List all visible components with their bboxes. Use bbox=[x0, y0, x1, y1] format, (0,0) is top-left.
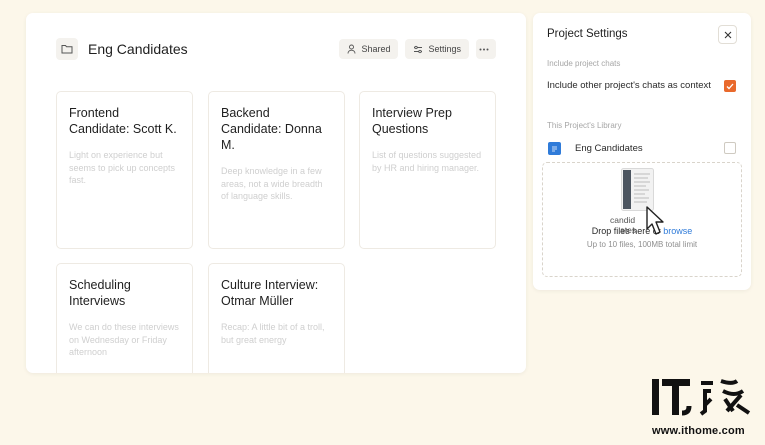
shared-label: Shared bbox=[361, 44, 391, 54]
card-description: List of questions suggested by HR and hi… bbox=[372, 150, 482, 173]
card-title: Scheduling Interviews bbox=[69, 278, 131, 308]
include-chats-label: Include other project's chats as context bbox=[547, 80, 711, 91]
folder-button[interactable] bbox=[56, 38, 78, 60]
settings-sliders-icon bbox=[414, 45, 423, 53]
close-button[interactable] bbox=[718, 25, 737, 44]
include-chats-checkbox[interactable] bbox=[724, 80, 736, 92]
watermark-url: www.ithome.com bbox=[652, 425, 745, 437]
project-main-panel: Eng Candidates Shared Settings Frontend … bbox=[26, 13, 526, 373]
card-title: Culture Interview: Otmar Müller bbox=[221, 278, 319, 308]
ithome-logo-icon bbox=[652, 379, 751, 416]
card-description: Deep knowledge in a few areas, not a wid… bbox=[221, 166, 323, 201]
project-card[interactable]: Frontend Candidate: Scott K. Light on ex… bbox=[56, 91, 193, 249]
card-title: Interview Prep Questions bbox=[372, 106, 452, 136]
card-description: Recap: A little bit of a troll, but grea… bbox=[221, 322, 325, 345]
user-icon bbox=[347, 44, 356, 54]
close-icon bbox=[724, 31, 731, 38]
project-header: Eng Candidates Shared Settings bbox=[56, 37, 496, 61]
project-settings-panel: Project Settings Include project chats I… bbox=[533, 13, 751, 290]
checkmark-icon bbox=[726, 83, 734, 89]
more-options-button[interactable] bbox=[476, 39, 496, 59]
shared-button[interactable]: Shared bbox=[339, 39, 399, 59]
project-card[interactable]: Interview Prep Questions List of questio… bbox=[359, 91, 496, 249]
hand-cursor-icon bbox=[642, 205, 668, 248]
settings-button[interactable]: Settings bbox=[405, 39, 469, 59]
library-item-checkbox[interactable] bbox=[724, 142, 736, 154]
project-card[interactable]: Scheduling Interviews We can do these in… bbox=[56, 263, 193, 373]
dragged-file-name-line2: ates bbox=[620, 225, 637, 235]
project-card[interactable]: Culture Interview: Otmar Müller Recap: A… bbox=[208, 263, 345, 373]
project-title: Eng Candidates bbox=[88, 41, 188, 57]
project-card[interactable]: Backend Candidate: Donna M. Deep knowled… bbox=[208, 91, 345, 249]
dragged-file-name-line1: candid bbox=[610, 215, 636, 225]
library-item-label: Eng Candidates bbox=[575, 143, 643, 154]
ellipsis-icon bbox=[479, 48, 488, 50]
dragged-file-name: candid ates bbox=[610, 215, 636, 235]
folder-icon bbox=[61, 45, 73, 54]
library-section-label: This Project's Library bbox=[547, 121, 622, 130]
settings-panel-title: Project Settings bbox=[547, 28, 628, 40]
document-icon bbox=[548, 142, 561, 155]
card-description: Light on experience but seems to pick up… bbox=[69, 150, 176, 185]
chats-section-label: Include project chats bbox=[547, 59, 621, 68]
card-title: Frontend Candidate: Scott K. bbox=[69, 106, 177, 136]
settings-label: Settings bbox=[428, 44, 461, 54]
card-description: We can do these interviews on Wednesday … bbox=[69, 322, 179, 357]
card-title: Backend Candidate: Donna M. bbox=[221, 106, 322, 152]
